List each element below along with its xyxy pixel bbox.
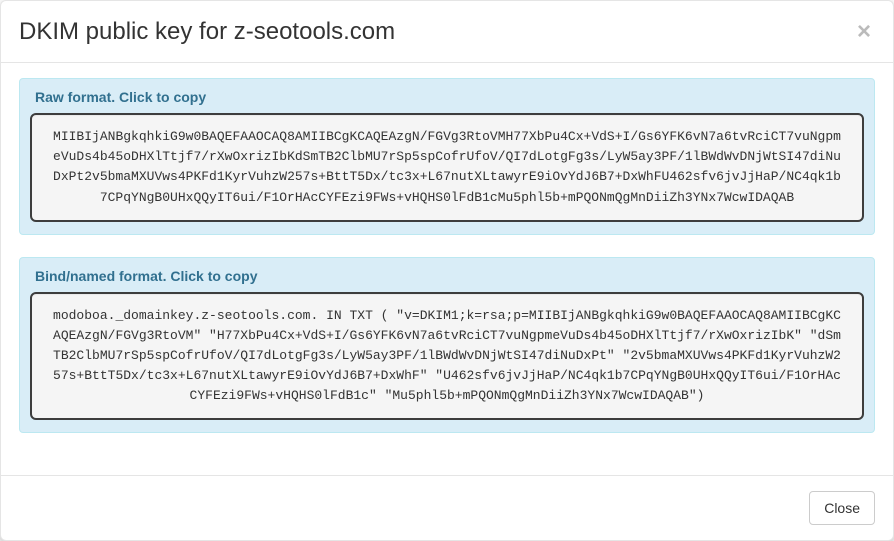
modal-footer: Close bbox=[1, 475, 893, 540]
modal-header: DKIM public key for z-seotools.com × bbox=[1, 1, 893, 63]
modal-body: Raw format. Click to copy MIIBIjANBgkqhk… bbox=[1, 63, 893, 475]
bind-format-title: Bind/named format. Click to copy bbox=[20, 258, 874, 292]
close-button[interactable]: Close bbox=[809, 491, 875, 525]
close-icon[interactable]: × bbox=[853, 20, 875, 44]
bind-format-content[interactable]: modoboa._domainkey.z-seotools.com. IN TX… bbox=[30, 292, 864, 421]
raw-format-content[interactable]: MIIBIjANBgkqhkiG9w0BAQEFAAOCAQ8AMIIBCgKC… bbox=[30, 113, 864, 222]
raw-format-title: Raw format. Click to copy bbox=[20, 79, 874, 113]
dkim-modal: DKIM public key for z-seotools.com × Raw… bbox=[0, 0, 894, 541]
modal-title: DKIM public key for z-seotools.com bbox=[19, 16, 395, 47]
bind-format-panel: Bind/named format. Click to copy modoboa… bbox=[19, 257, 875, 434]
raw-format-panel: Raw format. Click to copy MIIBIjANBgkqhk… bbox=[19, 78, 875, 235]
